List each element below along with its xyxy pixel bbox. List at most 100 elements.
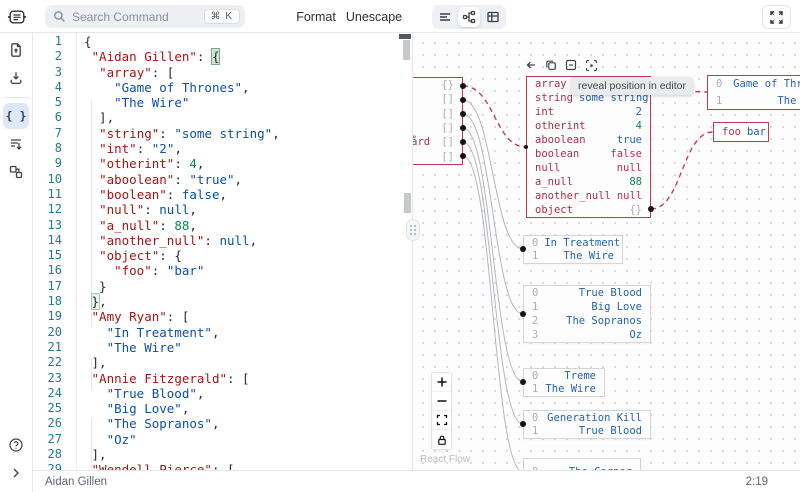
- collapse-node-button[interactable]: [564, 58, 578, 72]
- node-row: abooleantrue: [527, 133, 650, 147]
- line-number: 20: [33, 325, 62, 340]
- line-number: 3: [33, 65, 62, 80]
- aidan-gillen-object-node[interactable]: array[]stringsome stringint2otherint4abo…: [526, 76, 651, 218]
- node-row: foobar: [714, 123, 768, 141]
- root-node[interactable]: Aidan Gillen{}Amy Ryan[]Annie Fitzgerald…: [412, 77, 463, 165]
- node-row: 0Treme: [524, 369, 604, 383]
- focus-node-button[interactable]: [584, 58, 598, 72]
- view-graph-button[interactable]: [458, 7, 480, 27]
- line-number: 13: [33, 218, 62, 233]
- import-file-button[interactable]: [3, 37, 29, 63]
- sidebar: { }: [0, 33, 33, 492]
- node-index: 1: [532, 250, 538, 262]
- editor-line: 17 }: [33, 279, 412, 294]
- treme-array-node[interactable]: 0Treme1The Wire: [523, 368, 605, 397]
- download-button[interactable]: [3, 65, 29, 91]
- unescape-button[interactable]: Unescape: [343, 0, 405, 33]
- app-logo[interactable]: [0, 0, 33, 33]
- connector-dot: [460, 125, 466, 131]
- node-key: another_null: [535, 190, 611, 202]
- node-row: another_nullnull: [527, 189, 650, 203]
- line-number: 23: [33, 371, 62, 386]
- collapse-icon: [565, 59, 577, 71]
- editor-line: 24 "True Blood",: [33, 386, 412, 401]
- fit-view-button[interactable]: [432, 411, 451, 430]
- node-value: The Wire: [563, 250, 614, 262]
- fullscreen-button[interactable]: [762, 5, 791, 29]
- node-row: 1True Blood: [524, 425, 650, 439]
- line-number: 15: [33, 248, 62, 263]
- editor-line: 21 "The Wire": [33, 340, 412, 355]
- foo-object-node[interactable]: foobar: [713, 122, 769, 142]
- node-index: 0: [716, 78, 722, 90]
- node-row: 0Generation Kill: [524, 411, 650, 425]
- collapse-sidebar-button[interactable]: [3, 460, 29, 486]
- node-row: Amy Ryan[]: [412, 92, 462, 106]
- editor-line: 27 "Oz": [33, 432, 412, 447]
- back-button[interactable]: [524, 58, 538, 72]
- lock-icon: [436, 434, 448, 446]
- graph-view-icon: [462, 10, 476, 24]
- editor-line: 16 "foo": "bar": [33, 263, 412, 278]
- node-key: a_null: [535, 176, 573, 188]
- line-number: 21: [33, 340, 62, 355]
- node-value: 2: [636, 106, 642, 118]
- json-editor[interactable]: 1{2 "Aidan Gillen": {3 "array": [4 "Game…: [33, 33, 412, 470]
- fullscreen-icon: [769, 10, 784, 25]
- json-editor-tab[interactable]: { }: [3, 103, 29, 129]
- editor-line: 12 "null": null,: [33, 202, 412, 217]
- node-value: Generation Kill: [547, 412, 642, 424]
- node-value: false: [610, 148, 642, 160]
- zoom-out-button[interactable]: [432, 392, 451, 411]
- line-number: 14: [33, 233, 62, 248]
- editor-line: 7 "string": "some string",: [33, 126, 412, 141]
- node-row: booleanfalse: [527, 147, 650, 161]
- line-number: 6: [33, 110, 62, 125]
- connector-dot: [460, 153, 466, 159]
- node-row: 0The Corner: [524, 459, 640, 470]
- view-list-button[interactable]: [434, 7, 456, 27]
- line-number: 16: [33, 263, 62, 278]
- transform-icon: [8, 164, 24, 180]
- arrow-left-icon: [525, 59, 537, 71]
- editor-line: 9 "otherint": 4,: [33, 156, 412, 171]
- transform-button[interactable]: [3, 159, 29, 185]
- editor-line: 18 },: [33, 294, 412, 309]
- editor-line: 6 ],: [33, 110, 412, 125]
- copy-node-button[interactable]: [544, 58, 558, 72]
- node-value: []: [441, 122, 454, 134]
- lock-interactivity-button[interactable]: [432, 430, 451, 449]
- help-button[interactable]: [3, 432, 29, 458]
- search-command-input[interactable]: Search Command ⌘ K: [45, 5, 245, 28]
- editor-line: 15 "object": {: [33, 248, 412, 263]
- node-value: {}: [629, 204, 642, 216]
- panel-resize-handle[interactable]: [406, 219, 420, 241]
- focus-icon: [585, 59, 598, 72]
- the-corner-array-node[interactable]: 0The Corner: [523, 458, 641, 470]
- generation-kill-array-node[interactable]: 0Generation Kill1True Blood: [523, 410, 651, 439]
- node-value: []: [441, 93, 454, 105]
- sort-lines-button[interactable]: [3, 131, 29, 157]
- line-number: 18: [33, 294, 62, 309]
- editor-line: 13 "a_null": 88,: [33, 218, 412, 233]
- cursor-position: 2:19: [746, 476, 768, 488]
- format-button[interactable]: Format: [291, 0, 341, 33]
- aidan-array-node[interactable]: 0Game of Thrones1The Wire: [707, 75, 800, 110]
- grip-dots-icon: [410, 225, 416, 235]
- plus-icon: [436, 376, 448, 388]
- node-index: 1: [716, 95, 722, 107]
- line-number: 10: [33, 172, 62, 187]
- view-toggle-group: [432, 5, 506, 29]
- amy-ryan-node[interactable]: 0In Treatment1The Wire: [523, 235, 623, 264]
- node-key: int: [535, 106, 554, 118]
- annie-fitzgerald-node[interactable]: 0True Blood1Big Love2The Sopranos3Oz: [523, 285, 651, 343]
- editor-line: 3 "array": [: [33, 65, 412, 80]
- graph-canvas[interactable]: Aidan Gillen{}Amy Ryan[]Annie Fitzgerald…: [412, 33, 800, 470]
- editor-scrollbar-thumb[interactable]: [403, 40, 410, 60]
- view-table-button[interactable]: [482, 7, 504, 27]
- zoom-in-button[interactable]: [432, 373, 451, 392]
- line-number: 11: [33, 187, 62, 202]
- overview-ruler-decoration: [404, 193, 411, 213]
- node-value: 88: [629, 176, 642, 188]
- line-number: 2: [33, 49, 62, 64]
